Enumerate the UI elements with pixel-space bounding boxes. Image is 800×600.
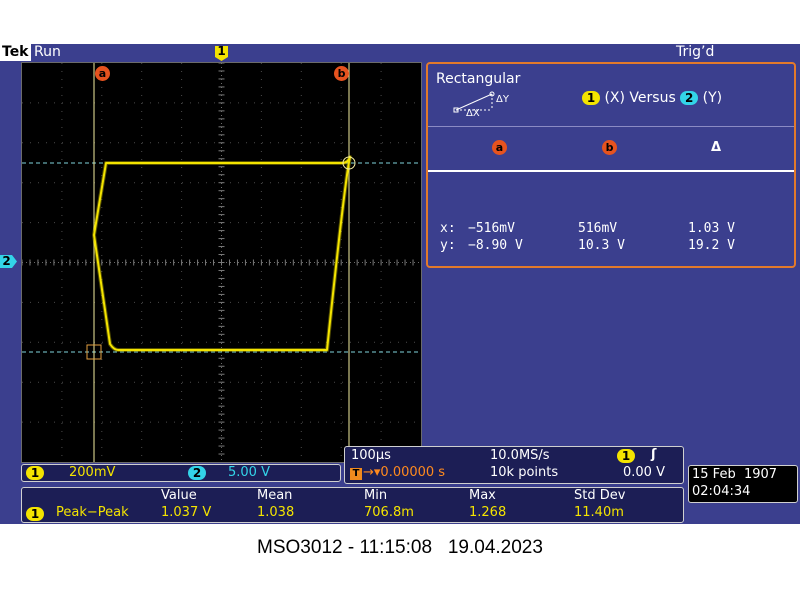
xy-x-channel-badge: 1 bbox=[582, 91, 600, 105]
ch2-marker-label: 2 bbox=[2, 254, 11, 268]
col-delta-label: Δ bbox=[711, 140, 722, 155]
row-y-b: 10.3 V bbox=[578, 238, 625, 253]
rectangular-cursor-icon: ΔX ΔY bbox=[452, 88, 522, 120]
panel-divider-top bbox=[428, 126, 794, 127]
meas-header-stddev: Std Dev bbox=[574, 488, 626, 503]
col-b-badge: b bbox=[602, 140, 617, 155]
meas-max: 1.268 bbox=[469, 505, 507, 520]
panel-divider-mid bbox=[428, 170, 794, 172]
run-status: Run bbox=[34, 44, 61, 60]
acquisition-info: 100µs 10.0MS/s 1 ʃ T →▾0.00000 s 10k poi… bbox=[344, 446, 684, 484]
cursor-a-label[interactable]: a bbox=[95, 66, 110, 81]
waveform-display bbox=[21, 62, 421, 462]
meas-header-value: Value bbox=[161, 488, 197, 503]
delta-y-label: ΔY bbox=[496, 94, 509, 105]
ch1-scale[interactable]: 200mV bbox=[69, 465, 115, 481]
row-x-b: 516mV bbox=[578, 221, 618, 236]
ch1-badge[interactable]: 1 bbox=[26, 466, 44, 480]
xy-mode-caption: 1 (X) Versus 2 (Y) bbox=[582, 90, 722, 106]
meas-channel-badge: 1 bbox=[26, 507, 44, 521]
date: 15 Feb 1907 bbox=[692, 467, 778, 482]
ch2-ground-marker[interactable]: 2 bbox=[0, 254, 18, 269]
trigger-position[interactable]: →▾0.00000 s bbox=[363, 465, 445, 480]
timebase[interactable]: 100µs bbox=[351, 448, 391, 463]
brand-logo: Tek bbox=[0, 44, 31, 61]
sample-rate: 10.0MS/s bbox=[490, 448, 550, 463]
row-x-delta: 1.03 V bbox=[688, 221, 735, 236]
cursor-row-x: x: −516mV 516mV 1.03 V bbox=[440, 221, 790, 239]
caption: MSO3012 - 11:15:08 19.04.2023 bbox=[257, 537, 543, 558]
trigger-level[interactable]: 0.00 V bbox=[623, 465, 665, 480]
ch2-scale[interactable]: 5.00 V bbox=[228, 465, 270, 481]
meas-min: 706.8m bbox=[364, 505, 414, 520]
xy-x-label: (X) Versus bbox=[604, 90, 676, 106]
trigger-status: Trig’d bbox=[676, 44, 715, 60]
xy-y-label: (Y) bbox=[702, 90, 723, 106]
meas-header-max: Max bbox=[469, 488, 496, 503]
meas-mean: 1.038 bbox=[257, 505, 295, 520]
col-a-badge: a bbox=[492, 140, 507, 155]
cursor-row-y: y: −8.90 V 10.3 V 19.2 V bbox=[440, 238, 790, 256]
datetime-box: 15 Feb 1907 02:04:34 bbox=[688, 465, 798, 503]
row-y-label: y: bbox=[440, 238, 456, 253]
meas-header-min: Min bbox=[364, 488, 388, 503]
scope-screen: Tek Run Trig’d 1 2 a b Rectangular ΔX ΔY… bbox=[0, 44, 800, 524]
time: 02:04:34 bbox=[692, 484, 751, 499]
row-y-delta: 19.2 V bbox=[688, 238, 735, 253]
row-x-label: x: bbox=[440, 221, 456, 236]
trigger-edge-icon[interactable]: ʃ bbox=[651, 447, 656, 462]
channel-scale-bar: 1 200mV 2 5.00 V bbox=[21, 464, 341, 482]
record-length: 10k points bbox=[490, 465, 559, 480]
trigger-position-marker[interactable]: 1 bbox=[214, 45, 229, 62]
cursor-readout-panel: Rectangular ΔX ΔY 1 (X) Versus 2 (Y) a b… bbox=[426, 62, 796, 268]
cursor-mode: Rectangular bbox=[436, 71, 521, 87]
trigger-marker-label: 1 bbox=[217, 44, 226, 58]
trigger-channel-badge[interactable]: 1 bbox=[617, 449, 635, 463]
row-y-a: −8.90 V bbox=[468, 238, 523, 253]
meas-header-mean: Mean bbox=[257, 488, 293, 503]
delta-x-label: ΔX bbox=[466, 108, 480, 119]
meas-name[interactable]: Peak−Peak bbox=[56, 505, 129, 520]
row-x-a: −516mV bbox=[468, 221, 515, 236]
waveform-glow bbox=[92, 155, 352, 352]
trigger-position-icon: T bbox=[350, 468, 362, 480]
measurement-panel: Value Mean Min Max Std Dev 1 Peak−Peak 1… bbox=[21, 487, 684, 523]
ch2-badge[interactable]: 2 bbox=[188, 466, 206, 480]
meas-value: 1.037 V bbox=[161, 505, 212, 520]
waveform-trace bbox=[93, 156, 351, 351]
xy-y-channel-badge: 2 bbox=[680, 91, 699, 105]
meas-stddev: 11.40m bbox=[574, 505, 624, 520]
graticule[interactable]: a b bbox=[21, 62, 422, 463]
cursor-b-label[interactable]: b bbox=[334, 66, 349, 81]
